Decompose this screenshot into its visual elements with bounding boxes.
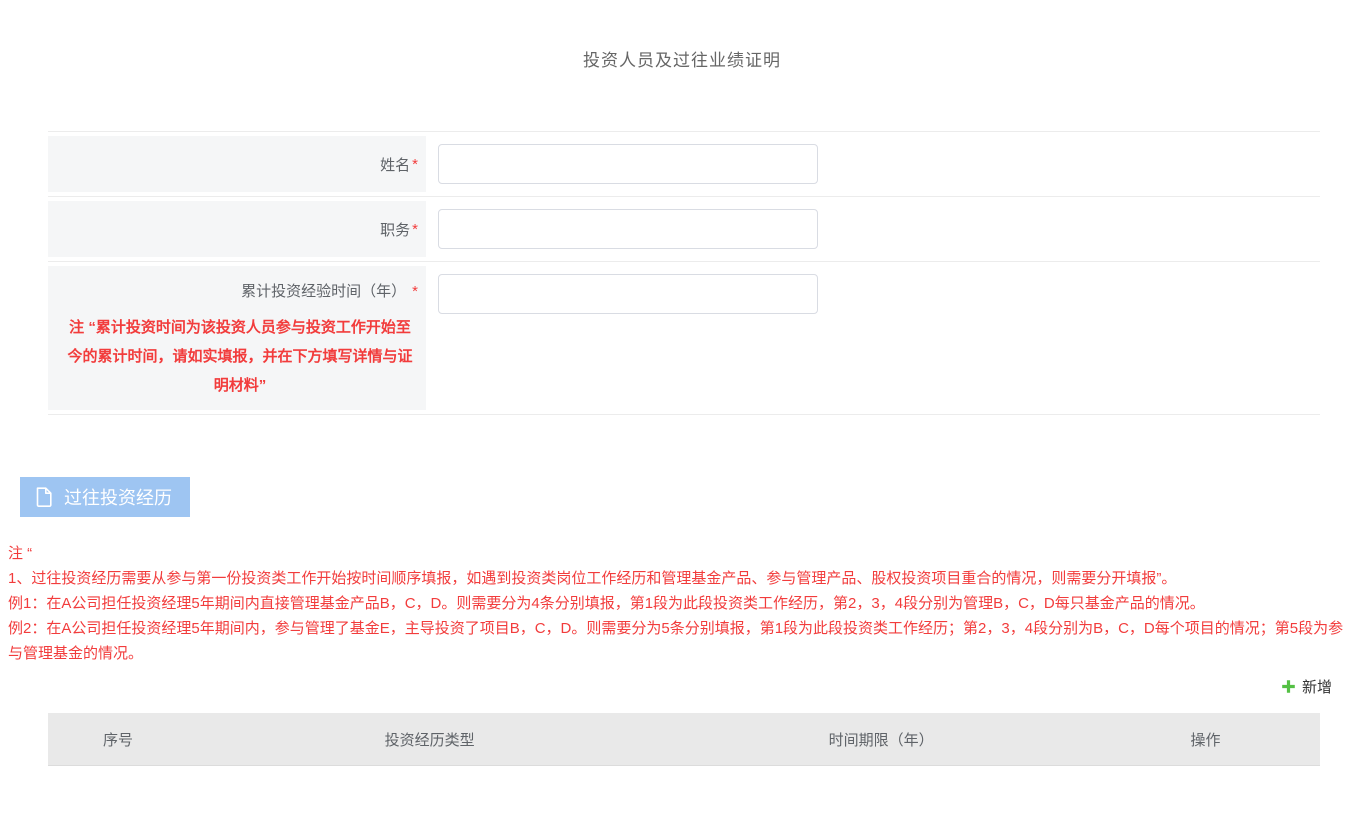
experience-years-label-cell: 累计投资经验时间（年） * 注 “累计投资时间为该投资人员参与投资工作开始至今的累… [48, 266, 426, 410]
note-line: 1、过往投资经历需要从参与第一份投资类工作开始按时间顺序填报，如遇到投资类岗位工… [8, 566, 1358, 591]
section-header-past-investment-experience: 过往投资经历 [20, 477, 190, 517]
experience-years-input-cell [426, 266, 1320, 410]
column-header-actions: 操作 [1091, 729, 1320, 750]
column-header-experience-type: 投资经历类型 [188, 729, 671, 750]
notes-block: 注 “ 1、过往投资经历需要从参与第一份投资类工作开始按时间顺序填报，如遇到投资… [8, 541, 1358, 666]
name-label: 姓名 [380, 154, 410, 175]
position-input[interactable] [438, 209, 818, 249]
form-row-name: 姓名* [48, 132, 1320, 197]
add-row: 新增 [0, 676, 1332, 699]
form-row-experience-years: 累计投资经验时间（年） * 注 “累计投资时间为该投资人员参与投资工作开始至今的累… [48, 262, 1320, 415]
name-input-cell [426, 136, 1320, 192]
required-asterisk: * [412, 156, 418, 173]
name-label-cell: 姓名* [48, 136, 426, 192]
position-input-cell [426, 201, 1320, 257]
required-asterisk: * [412, 283, 418, 300]
note-line: 例1：在A公司担任投资经理5年期间内直接管理基金产品B，C，D。则需要分为4条分… [8, 591, 1358, 616]
required-asterisk: * [412, 221, 418, 238]
column-header-time-period: 时间期限（年） [671, 729, 1091, 750]
experience-years-label: 累计投资经验时间（年） [241, 283, 406, 300]
personnel-form: 姓名* 职务* 累计投资经验时间（年）* 注 “累计投资时间为该投资人员参与投资… [48, 131, 1320, 415]
add-button[interactable]: 新增 [1281, 676, 1332, 697]
document-icon [34, 486, 54, 508]
note-line: 注 “ [8, 541, 1358, 566]
position-label-cell: 职务* [48, 201, 426, 257]
plus-icon [1281, 679, 1296, 694]
position-label: 职务 [380, 219, 410, 240]
column-header-index: 序号 [48, 729, 188, 750]
name-input[interactable] [438, 144, 818, 184]
section-title: 过往投资经历 [64, 484, 172, 510]
note-line: 例2：在A公司担任投资经理5年期间内，参与管理了基金E，主导投资了项目B，C，D… [8, 616, 1358, 666]
add-button-label: 新增 [1302, 676, 1332, 697]
page-title: 投资人员及过往业绩证明 [0, 0, 1364, 71]
experience-years-input[interactable] [438, 274, 818, 314]
form-row-position: 职务* [48, 197, 1320, 262]
experience-table-header: 序号 投资经历类型 时间期限（年） 操作 [48, 713, 1320, 766]
page: 投资人员及过往业绩证明 姓名* 职务* 累计投资经验时间（年）* 注 “累计投资… [0, 0, 1364, 836]
experience-years-note: 注 “累计投资时间为该投资人员参与投资工作开始至今的累计时间，请如实填报，并在下… [62, 313, 418, 400]
